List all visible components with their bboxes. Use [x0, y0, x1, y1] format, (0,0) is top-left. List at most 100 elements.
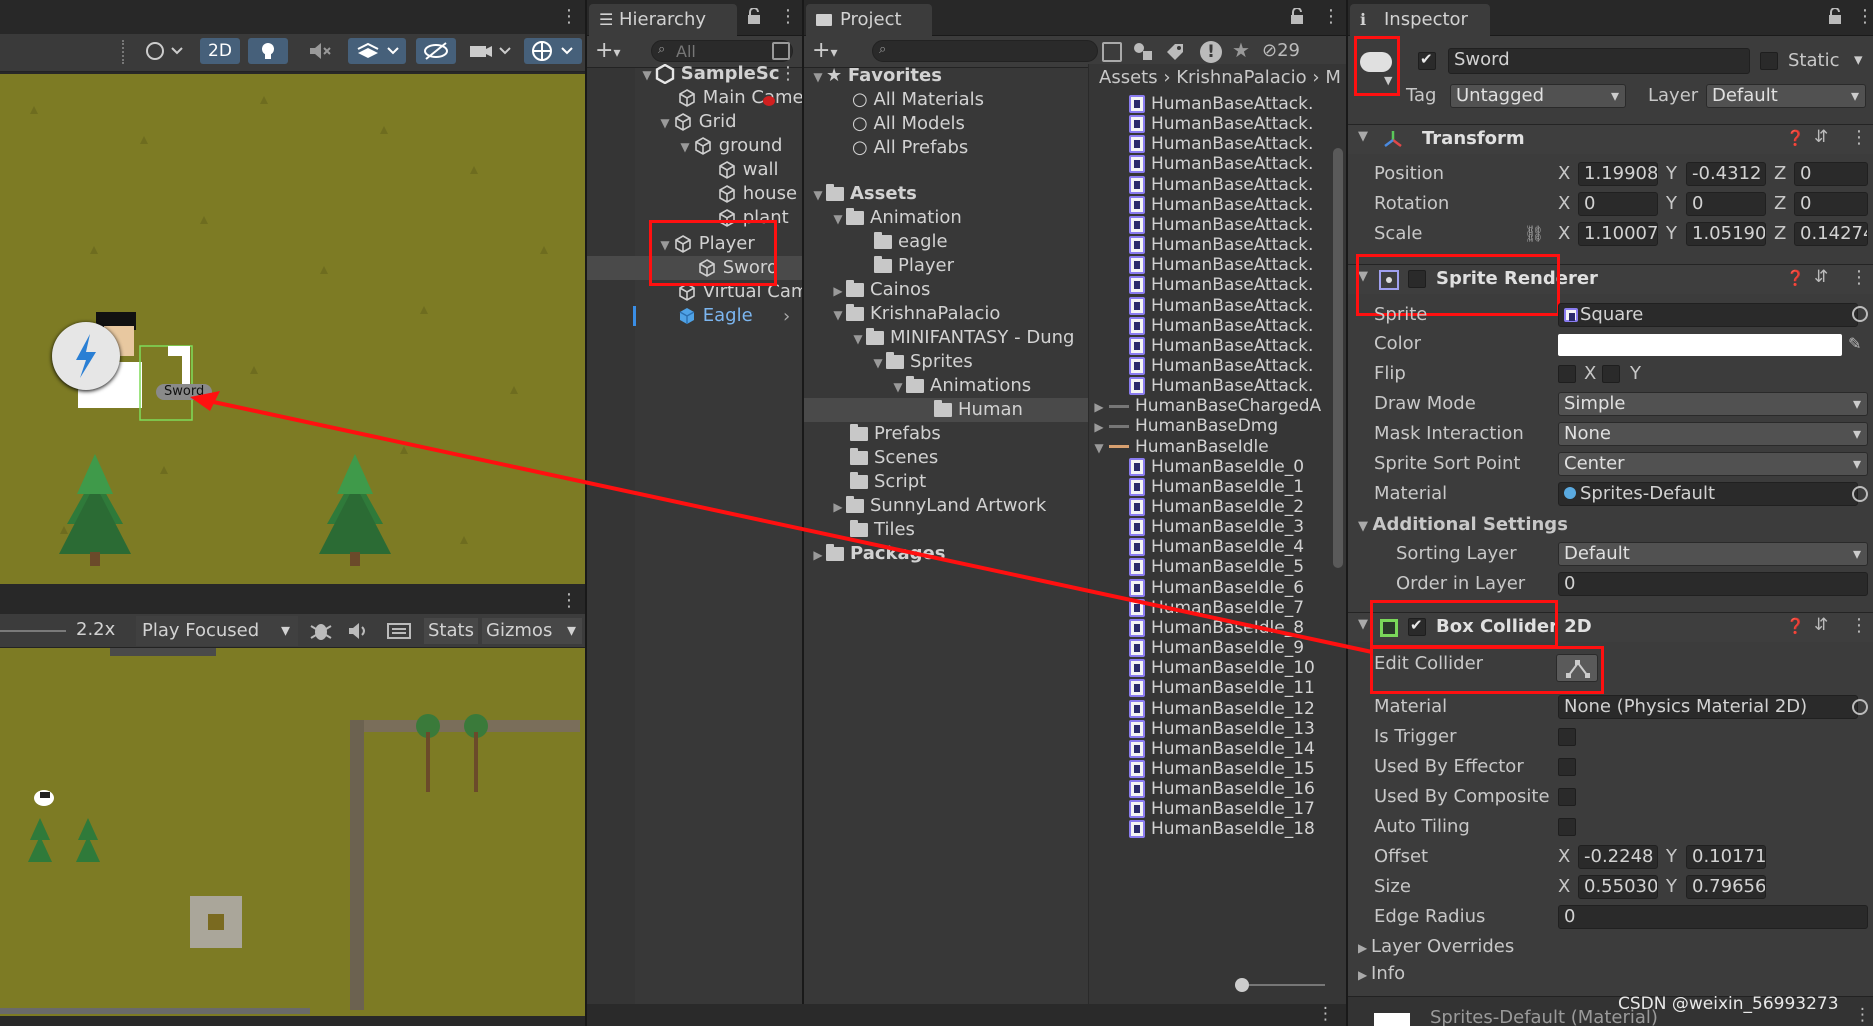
hierarchy-item-ground[interactable]: ▼ ground [677, 134, 782, 158]
used-by-composite-checkbox[interactable] [1558, 788, 1576, 806]
scene-item-more-icon[interactable]: ⋮ [779, 63, 797, 85]
position-z-field[interactable]: 0 [1794, 162, 1868, 186]
size-y-field[interactable]: 0.79656 [1686, 875, 1766, 899]
tag-dropdown[interactable]: Untagged [1450, 84, 1626, 108]
icon-size-slider[interactable] [1235, 978, 1325, 992]
layer-overrides-foldout[interactable]: ▶ Layer Overrides [1358, 935, 1514, 959]
hierarchy-item-grid[interactable]: ▼ Grid [657, 110, 736, 134]
flip-y-checkbox[interactable] [1602, 365, 1620, 383]
object-name-field[interactable]: Sword [1448, 48, 1750, 74]
search-scope-icon[interactable] [1102, 42, 1122, 62]
scene-more-icon[interactable]: ⋮ [560, 6, 578, 28]
tree-prefabs[interactable]: Prefabs [850, 422, 941, 446]
game-more-icon[interactable]: ⋮ [560, 590, 578, 612]
filter-warning-icon[interactable]: ! [1200, 41, 1222, 63]
preset-sliders-icon[interactable]: ⇵ [1814, 127, 1828, 147]
scale-y-field[interactable]: 1.05190 [1686, 222, 1766, 246]
breadcrumb-assets[interactable]: Assets [1099, 67, 1158, 88]
tree-minifantasy[interactable]: ▼ MINIFANTASY - Dung [850, 326, 1088, 350]
is-trigger-checkbox[interactable] [1558, 728, 1576, 746]
camera-settings-button[interactable] [464, 38, 516, 64]
mode-2d-button[interactable]: 2D [200, 38, 240, 64]
shading-mode-button[interactable] [138, 38, 190, 64]
tree-scenes[interactable]: Scenes [850, 446, 938, 470]
tree-human[interactable]: Human [934, 398, 1023, 422]
collider-material-field[interactable]: None (Physics Material 2D) [1558, 695, 1858, 719]
help-icon[interactable]: ❓ [1786, 269, 1805, 287]
help-icon[interactable]: ❓ [1786, 129, 1805, 147]
scale-z-field[interactable]: 0.14274 [1794, 222, 1868, 246]
edge-radius-field[interactable]: 0 [1558, 905, 1868, 929]
create-add-button[interactable]: +▾ [595, 39, 620, 65]
breadcrumb-m[interactable]: M [1325, 67, 1341, 88]
effects-toggle-button[interactable] [348, 38, 406, 64]
tree-sprites[interactable]: ▼ Sprites [870, 350, 972, 374]
offset-x-field[interactable]: -0.2248 [1578, 845, 1658, 869]
gizmos-button[interactable]: Gizmos ▾ [482, 618, 582, 644]
tree-favorites[interactable]: ▼ ★ Favorites [810, 64, 942, 88]
sprite-sort-point-dropdown[interactable]: Center [1558, 452, 1868, 476]
help-icon[interactable]: ❓ [1786, 617, 1805, 635]
hierarchy-more-icon[interactable]: ⋮ [779, 6, 797, 28]
transform-header[interactable]: ▼ Transform ❓ ⇵ ⋮ [1348, 124, 1873, 154]
inspector-more-icon[interactable]: ⋮ [1856, 6, 1873, 28]
position-y-field[interactable]: -0.4312 [1686, 162, 1766, 186]
component-more-icon[interactable]: ⋮ [1850, 267, 1868, 288]
lock-icon[interactable] [747, 8, 761, 24]
tree-animation[interactable]: ▼ Animation [830, 206, 961, 230]
play-bolt-icon[interactable] [52, 322, 120, 390]
sorting-layer-dropdown[interactable]: Default [1558, 542, 1868, 566]
info-foldout[interactable]: ▶ Info [1358, 962, 1405, 986]
active-toggle-checkbox[interactable] [1418, 50, 1436, 70]
hierarchy-item-main-camera[interactable]: Main Came [677, 86, 802, 110]
preset-sliders-icon[interactable]: ⇵ [1814, 267, 1828, 287]
keyboard-icon[interactable] [384, 618, 414, 644]
rotation-x-field[interactable]: 0 [1578, 192, 1658, 216]
mask-interaction-dropdown[interactable]: None [1558, 422, 1868, 446]
tree-all-prefabs[interactable]: ○ All Prefabs [852, 136, 968, 160]
audio-toggle-button[interactable] [298, 38, 338, 64]
file-scrollbar[interactable] [1333, 148, 1343, 568]
color-swatch[interactable] [1558, 334, 1842, 356]
hierarchy-item-house[interactable]: house [717, 182, 797, 206]
debug-bug-icon[interactable] [306, 618, 336, 644]
tree-script[interactable]: Script [850, 470, 926, 494]
scene-visibility-button[interactable] [416, 38, 456, 64]
tree-cainos[interactable]: ▶ Cainos [830, 278, 930, 302]
status-more-icon[interactable]: ⋮ [1317, 1004, 1334, 1024]
mute-audio-icon[interactable] [342, 618, 372, 644]
sprite-material-field[interactable]: Sprites-Default [1558, 482, 1858, 506]
additional-settings-foldout[interactable]: ▼ Additional Settings [1358, 513, 1568, 537]
static-checkbox[interactable] [1760, 52, 1778, 70]
preset-sliders-icon[interactable]: ⇵ [1814, 615, 1828, 635]
file-item[interactable]: HumanBaseIdle_18 [1129, 817, 1315, 841]
object-picker-icon[interactable] [1852, 699, 1868, 715]
tab-inspector[interactable]: ℹ Inspector [1350, 4, 1490, 36]
tree-all-models[interactable]: ○ All Models [852, 112, 965, 136]
tree-sunnyland[interactable]: ▶ SunnyLand Artwork [830, 494, 1046, 518]
scale-link-icon[interactable]: ⛓ [1524, 224, 1544, 243]
breadcrumb-krishnapalacio[interactable]: KrishnaPalacio [1176, 67, 1306, 88]
lighting-toggle-button[interactable] [248, 38, 288, 64]
footer-more-icon[interactable]: ⋮ [1854, 1005, 1871, 1025]
hierarchy-scene-item[interactable]: ▼ SampleSc [639, 62, 780, 86]
stats-button[interactable]: Stats [424, 618, 478, 644]
order-in-layer-field[interactable]: 0 [1558, 572, 1868, 596]
rotation-z-field[interactable]: 0 [1794, 192, 1868, 216]
filter-type-icon[interactable] [1132, 41, 1154, 63]
tree-all-materials[interactable]: ○ All Materials [852, 88, 984, 112]
tree-packages[interactable]: ▶ Packages [810, 542, 945, 566]
tree-assets[interactable]: ▼ Assets [810, 182, 917, 206]
scene-canvas[interactable]: Sword [0, 74, 585, 584]
tab-project[interactable]: Project [806, 4, 932, 36]
scale-slider[interactable] [0, 630, 66, 632]
project-more-icon[interactable]: ⋮ [1322, 6, 1340, 28]
lock-icon[interactable] [1828, 8, 1842, 24]
eyedropper-icon[interactable]: ✎ [1848, 334, 1861, 353]
game-canvas[interactable] [0, 648, 585, 1016]
hierarchy-search-input[interactable]: ⌕ All [651, 40, 793, 62]
component-more-icon[interactable]: ⋮ [1850, 615, 1868, 636]
project-create-button[interactable]: +▾ [812, 39, 837, 65]
position-x-field[interactable]: 1.19908 [1578, 162, 1658, 186]
search-options-icon[interactable] [772, 42, 790, 60]
